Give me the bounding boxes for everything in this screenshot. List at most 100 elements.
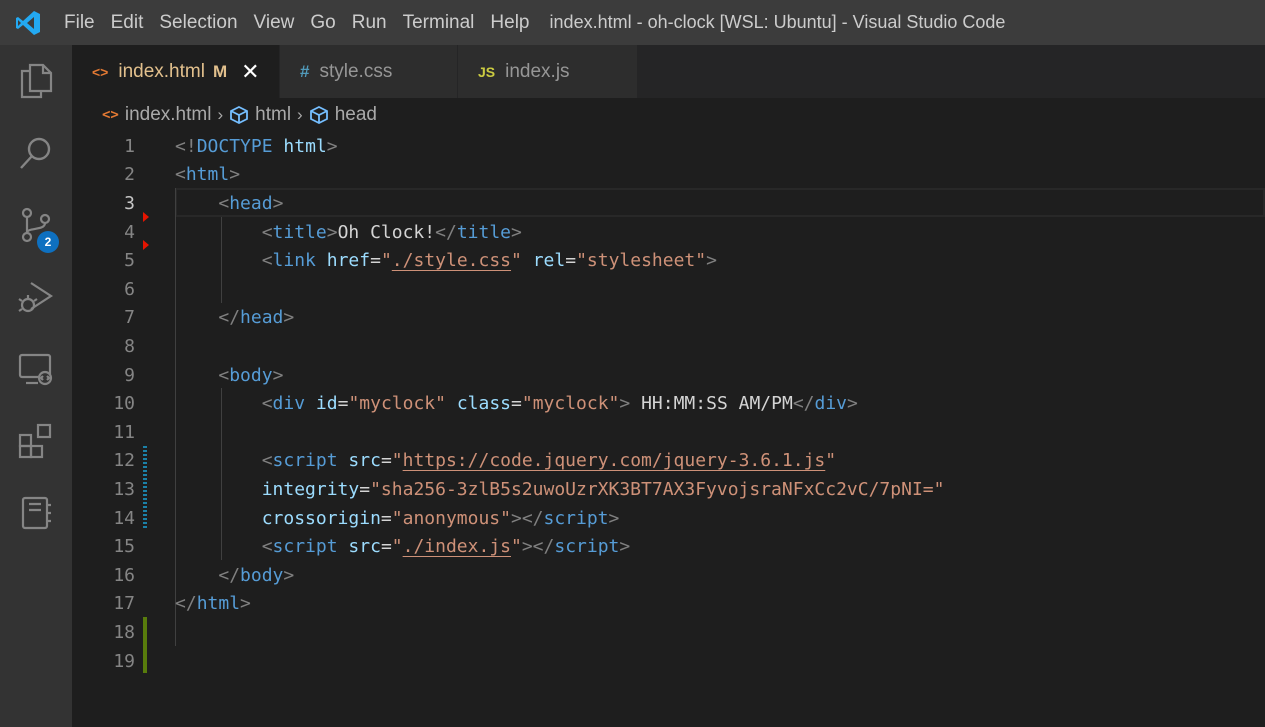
line-number: 16 — [113, 564, 135, 586]
line-content: </head> — [218, 307, 295, 329]
token: class — [456, 393, 512, 415]
token: script — [272, 536, 338, 558]
code-line: 14 crossorigin="anonymous"></script> — [72, 504, 1265, 533]
notebook-button[interactable] — [0, 477, 72, 549]
breadcrumb-head[interactable]: head — [335, 104, 377, 126]
link-token[interactable]: ./index.js — [403, 536, 511, 557]
line-number: 18 — [113, 621, 135, 643]
tab-label: index.html — [118, 60, 205, 82]
line-number: 11 — [113, 421, 135, 443]
tab-label: index.js — [505, 60, 570, 82]
token: link — [272, 250, 316, 272]
token: title — [456, 221, 511, 243]
line-content: <body> — [218, 364, 284, 386]
menu-go[interactable]: Go — [302, 0, 343, 45]
line-content: <!DOCTYPE html> — [175, 135, 338, 157]
line-number: 2 — [124, 164, 135, 186]
menu-selection[interactable]: Selection — [151, 0, 245, 45]
token: DOCTYPE — [196, 135, 273, 157]
extensions-icon — [18, 423, 52, 459]
code-line: 3 <head> — [72, 189, 1265, 218]
token: integrity — [261, 478, 360, 500]
js-file-icon: JS — [478, 63, 496, 80]
css-file-icon: # — [300, 61, 310, 81]
token: HH:MM:SS AM/PM — [630, 393, 793, 415]
token: href — [326, 250, 371, 272]
breadcrumb-file[interactable]: index.html — [125, 104, 212, 126]
line-content: <link href="./style.css" rel="stylesheet… — [261, 250, 717, 272]
token: "anonymous" — [391, 507, 511, 529]
symbol-element-icon — [229, 105, 249, 125]
remote-explorer-button[interactable] — [0, 333, 72, 405]
remote-explorer-icon — [18, 353, 53, 386]
token: "myclock" — [348, 393, 446, 415]
files-icon — [20, 63, 53, 99]
explorer-button[interactable] — [0, 45, 72, 117]
line-number: 6 — [124, 278, 135, 300]
modified-indicator: M — [212, 61, 228, 81]
line-content: </body> — [218, 564, 295, 586]
line-content: <div id="myclock" class="myclock"> HH:MM… — [261, 393, 858, 415]
code-line: 5 <link href="./style.css" rel="styleshe… — [72, 246, 1265, 275]
token: src — [348, 536, 381, 558]
close-icon[interactable]: ✕ — [241, 59, 259, 85]
chevron-right-icon: › — [297, 105, 303, 124]
menu-run[interactable]: Run — [344, 0, 395, 45]
code-line: 16 </body> — [72, 561, 1265, 590]
code-line: 17 </html> — [72, 590, 1265, 619]
token: div — [272, 393, 306, 415]
line-number: 5 — [124, 250, 135, 272]
code-line: 2 <html> — [72, 161, 1265, 190]
code-line: 12 <script src="https://code.jquery.com/… — [72, 447, 1265, 476]
token: script — [272, 450, 338, 472]
chevron-right-icon: › — [217, 105, 224, 124]
menu-edit[interactable]: Edit — [103, 0, 152, 45]
token: "stylesheet" — [576, 250, 707, 272]
token: div — [814, 393, 848, 415]
line-number: 7 — [124, 307, 135, 329]
breadcrumb-html[interactable]: html — [255, 104, 291, 126]
code-line: 6 — [72, 275, 1265, 304]
source-control-button[interactable]: 2 — [0, 189, 72, 261]
token: id — [315, 393, 338, 415]
line-number: 19 — [113, 650, 135, 672]
run-debug-icon — [18, 282, 54, 313]
editor-tabs: <> index.html M ✕ # style.css JS index.j… — [72, 45, 1265, 98]
search-button[interactable] — [0, 117, 72, 189]
menu-view[interactable]: View — [246, 0, 303, 45]
token: Oh Clock! — [337, 221, 436, 243]
activity-bar: 2 — [0, 45, 72, 727]
code-line: 4 <title>Oh Clock!</title> — [72, 218, 1265, 247]
line-number: 17 — [113, 593, 135, 615]
line-number: 12 — [113, 450, 135, 472]
code-line: 9 <body> — [72, 361, 1265, 390]
line-number: 10 — [113, 393, 135, 415]
code-editor[interactable]: 1 <!DOCTYPE html> 2 <html> 3 <head> 4 <t… — [72, 132, 1265, 727]
html-file-icon: <> — [92, 63, 109, 80]
line-number: 9 — [124, 364, 135, 386]
line-content: <head> — [218, 192, 284, 214]
code-line: 11 — [72, 418, 1265, 447]
link-token[interactable]: ./style.css — [392, 250, 511, 271]
menu-terminal[interactable]: Terminal — [395, 0, 483, 45]
token: <! — [175, 135, 197, 157]
token: script — [554, 536, 620, 558]
tab-style-css[interactable]: # style.css — [280, 45, 458, 98]
menu-bar: File Edit Selection View Go Run Terminal… — [56, 0, 538, 45]
menu-help[interactable]: Help — [482, 0, 537, 45]
search-icon — [20, 137, 51, 169]
token: crossorigin — [261, 507, 381, 529]
code-line: 18 — [72, 618, 1265, 647]
tab-index-html[interactable]: <> index.html M ✕ — [72, 45, 280, 98]
line-content: <html> — [175, 164, 241, 186]
run-debug-button[interactable] — [0, 261, 72, 333]
tab-index-js[interactable]: JS index.js — [458, 45, 638, 98]
link-token[interactable]: https://code.jquery.com/jquery-3.6.1.js — [403, 450, 826, 471]
code-line: 1 <!DOCTYPE html> — [72, 132, 1265, 161]
extensions-button[interactable] — [0, 405, 72, 477]
line-content: <title>Oh Clock!</title> — [261, 221, 522, 243]
line-content: integrity="sha256-3zlB5s2uwoUzrXK3BT7AX3… — [261, 478, 945, 500]
breadcrumb: <> index.html › html › head — [72, 98, 1265, 132]
menu-file[interactable]: File — [56, 0, 103, 45]
line-number: 8 — [124, 335, 135, 357]
